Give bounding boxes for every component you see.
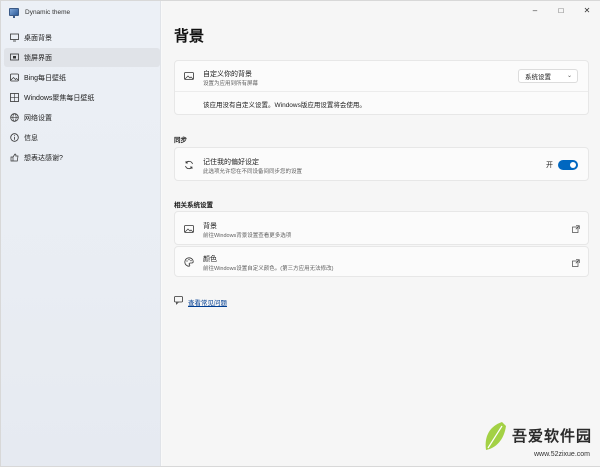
divider <box>175 91 588 92</box>
related-background-title: 背景 <box>203 223 217 230</box>
close-button[interactable]: ✕ <box>574 1 600 19</box>
sidebar-item-label: Windows聚焦每日壁纸 <box>24 94 95 102</box>
sync-toggle[interactable] <box>558 160 578 170</box>
chevron-down-icon: ⌄ <box>566 73 572 79</box>
image-icon <box>10 73 19 82</box>
page-title: 背景 <box>174 28 205 45</box>
thumb-up-icon <box>10 153 19 162</box>
sync-icon <box>184 160 194 170</box>
sidebar-item-label: 网络设置 <box>24 114 52 122</box>
open-external-icon <box>572 225 580 233</box>
sidebar-item-info[interactable]: 信息 <box>4 128 160 147</box>
notice-text: 该应用没有自定义设置。Windows版应用设置将会使用。 <box>203 102 366 109</box>
app-window: Dynamic theme 桌面背景 锁屏界面 Bing每日壁纸 Windows… <box>0 0 600 467</box>
sidebar-item-windows-spotlight[interactable]: Windows聚焦每日壁纸 <box>4 88 160 107</box>
sidebar-item-desktop-background[interactable]: 桌面背景 <box>4 28 160 47</box>
main-content: – □ ✕ 背景 自定义你的背景 设置为应用到所有屏幕 系统设置 ⌄ 该应用没有… <box>162 1 600 466</box>
info-icon <box>10 133 19 142</box>
sidebar-nav: 桌面背景 锁屏界面 Bing每日壁纸 Windows聚焦每日壁纸 网络设置 信息… <box>4 28 160 168</box>
related-background-card[interactable]: 背景 前往Windows背景设置查看更多选项 <box>174 211 589 245</box>
title-bar: Dynamic theme <box>1 1 161 23</box>
sidebar-item-label: 信息 <box>24 134 38 142</box>
open-external-icon <box>572 259 580 267</box>
related-colors-title: 颜色 <box>203 256 217 263</box>
sync-subtitle: 此选项允许您在不同设备间同步您的设置 <box>203 169 303 175</box>
section-sync-label: 同步 <box>174 137 187 144</box>
related-colors-subtitle: 前往Windows设置自定义颜色。(第三方应用无法修改) <box>203 266 334 272</box>
sync-card: 记住我的偏好设定 此选项允许您在不同设备间同步您的设置 开 <box>174 147 589 181</box>
app-monitor-icon <box>9 8 19 18</box>
custom-background-title: 自定义你的背景 <box>203 71 252 78</box>
sidebar-item-thanks[interactable]: 想表达感谢? <box>4 148 160 167</box>
faq-link-row[interactable]: 查看常见问题 <box>174 296 227 307</box>
app-title: Dynamic theme <box>25 8 71 16</box>
sidebar-item-label: 锁屏界面 <box>24 54 52 62</box>
palette-icon <box>184 257 194 267</box>
grid-image-icon <box>10 93 19 102</box>
window-controls: – □ ✕ <box>522 1 600 19</box>
maximize-button[interactable]: □ <box>548 1 574 19</box>
sidebar-item-bing-wallpaper[interactable]: Bing每日壁纸 <box>4 68 160 87</box>
image-icon <box>184 71 194 81</box>
minimize-button[interactable]: – <box>522 1 548 19</box>
select-value: 系统设置 <box>525 74 551 81</box>
faq-link[interactable]: 查看常见问题 <box>188 297 227 307</box>
chat-help-icon <box>174 296 184 307</box>
custom-background-card: 自定义你的背景 设置为应用到所有屏幕 系统设置 ⌄ 该应用没有自定义设置。Win… <box>174 60 589 115</box>
custom-background-subtitle: 设置为应用到所有屏幕 <box>203 81 259 87</box>
watermark: 吾爱软件园 www.52zixue.com <box>476 406 596 460</box>
toggle-state-label: 开 <box>546 162 553 169</box>
sidebar-item-label: 想表达感谢? <box>24 154 63 162</box>
desktop-icon <box>10 33 19 42</box>
watermark-url: www.52zixue.com <box>533 451 590 458</box>
related-colors-card[interactable]: 颜色 前往Windows设置自定义颜色。(第三方应用无法修改) <box>174 246 589 277</box>
watermark-text: 吾爱软件园 <box>511 428 592 445</box>
background-source-select[interactable]: 系统设置 ⌄ <box>518 69 578 83</box>
globe-icon <box>10 113 19 122</box>
image-icon <box>184 224 194 234</box>
lock-screen-icon <box>10 53 19 62</box>
sidebar-item-label: 桌面背景 <box>24 34 52 42</box>
sync-title: 记住我的偏好设定 <box>203 159 259 166</box>
sidebar-item-lock-screen[interactable]: 锁屏界面 <box>4 48 160 67</box>
sidebar-item-network-settings[interactable]: 网络设置 <box>4 108 160 127</box>
section-related-label: 相关系统设置 <box>174 202 213 209</box>
leaf-logo-icon <box>485 422 506 450</box>
related-background-subtitle: 前往Windows背景设置查看更多选项 <box>203 233 292 239</box>
sidebar: Dynamic theme 桌面背景 锁屏界面 Bing每日壁纸 Windows… <box>1 1 161 466</box>
sidebar-item-label: Bing每日壁纸 <box>24 74 67 82</box>
